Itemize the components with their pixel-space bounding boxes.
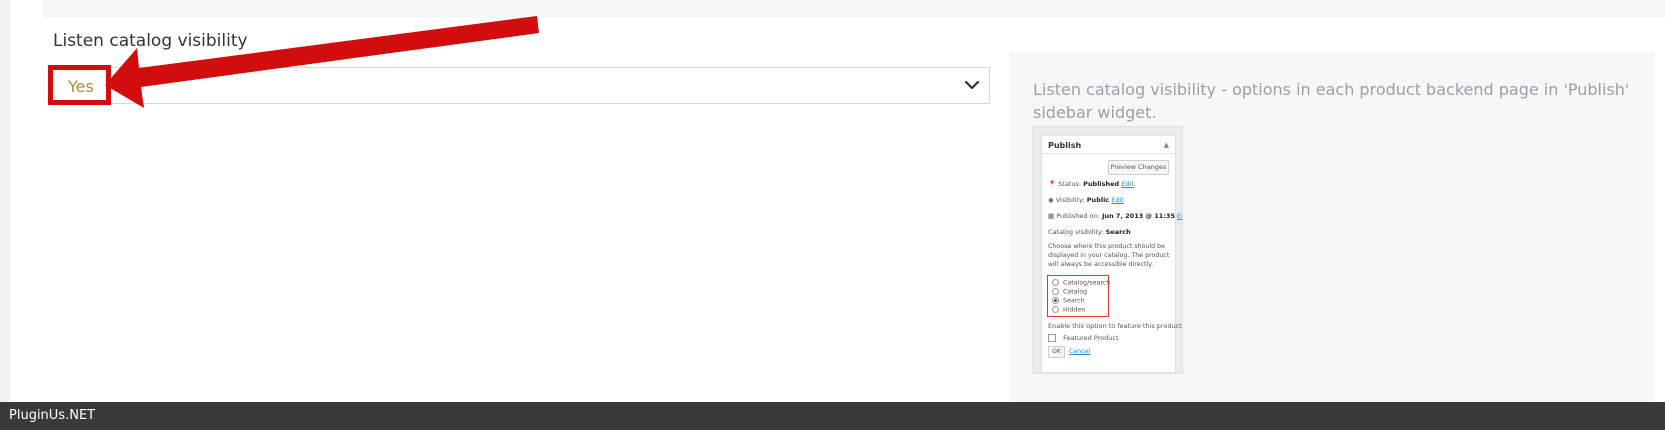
publish-widget-screenshot: Publish ▲ Preview Changes 📍 Status: Publ… — [1032, 126, 1183, 374]
pin-icon: 📍 — [1048, 180, 1057, 188]
radio-option-selected: Search — [1052, 297, 1085, 305]
chevron-down-icon — [964, 80, 980, 90]
visibility-value: Public — [1086, 196, 1110, 204]
help-text: Choose where this product should be disp… — [1048, 243, 1170, 268]
ok-button: OK — [1048, 346, 1065, 358]
collapse-icon: ▲ — [1163, 141, 1169, 149]
footer-bar: PluginUs.NET — [0, 402, 1665, 430]
checkbox — [1048, 334, 1056, 342]
visibility-options-highlight: Catalog/search Catalog Search Hidden — [1047, 275, 1110, 317]
visibility-label: Visibility: — [1055, 196, 1085, 204]
widget-title: Publish — [1048, 141, 1082, 150]
published-value: Jun 7, 2013 @ 11:35 — [1101, 212, 1175, 220]
edit-link: Edit — [1111, 196, 1124, 204]
publish-widget: Publish ▲ Preview Changes 📍 Status: Publ… — [1041, 135, 1182, 373]
published-label: Published on: — [1056, 212, 1100, 220]
featured-row: Featured Product — [1048, 334, 1119, 342]
eye-icon: ◉ — [1048, 196, 1054, 204]
edit-link: Edit — [1177, 212, 1182, 220]
radio-option: Catalog/search — [1052, 279, 1110, 287]
radio-option: Hidden — [1052, 306, 1085, 314]
radio-option: Catalog — [1052, 288, 1087, 296]
previous-section-strip — [43, 0, 1665, 18]
visibility-row: ◉ Visibility: Public Edit — [1048, 196, 1124, 204]
select-value: Yes — [68, 77, 94, 96]
status-row: 📍 Status: Published Edit — [1048, 180, 1134, 188]
catalog-visibility-value: Search — [1105, 228, 1131, 236]
footer-brand: PluginUs.NET — [9, 408, 96, 423]
field-label: Listen catalog visibility — [53, 31, 248, 51]
edit-link: Edit — [1121, 180, 1134, 188]
calendar-icon: ▦ — [1048, 212, 1055, 220]
status-value: Published — [1083, 180, 1120, 188]
featured-hint: Enable this option to feature this produ… — [1048, 322, 1183, 330]
featured-label: Featured Product — [1063, 334, 1119, 342]
catalog-visibility-label: Catalog visibility: — [1048, 228, 1104, 236]
preview-changes-button: Preview Changes — [1108, 160, 1169, 175]
description-text: Listen catalog visibility - options in e… — [1033, 80, 1630, 122]
catalog-visibility-row: Catalog visibility: Search — [1048, 228, 1131, 236]
catalog-visibility-select[interactable]: Yes — [50, 67, 990, 104]
description-panel: Listen catalog visibility - options in e… — [1009, 52, 1655, 402]
divider — [1042, 153, 1175, 154]
published-row: ▦ Published on: Jun 7, 2013 @ 11:35 Edit — [1048, 212, 1182, 220]
cancel-link: Cancel — [1069, 348, 1091, 355]
status-label: Status: — [1058, 180, 1082, 188]
